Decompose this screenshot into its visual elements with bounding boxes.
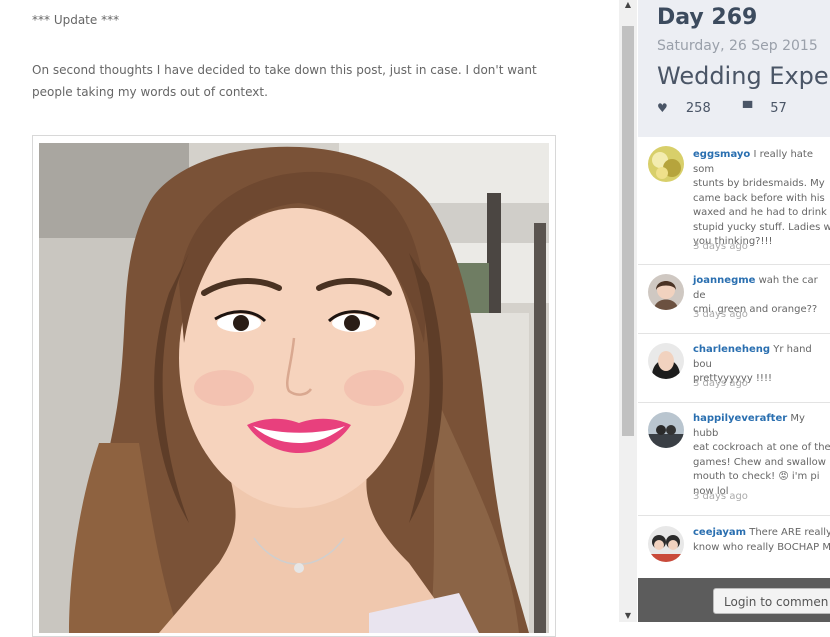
comment-body: eggsmayo I really hate som stunts by bri… (693, 149, 830, 247)
post-header: Day 269 Saturday, 26 Sep 2015 Wedding Ex… (638, 0, 830, 137)
vertical-scrollbar[interactable]: ▲ ▼ (619, 0, 637, 622)
update-line: On second thoughts I have decided to tak… (32, 63, 537, 77)
comments-list[interactable]: eggsmayo I really hate som stunts by bri… (638, 137, 830, 578)
comment-username[interactable]: happilyeverafter (693, 413, 787, 424)
update-line: people taking my words out of context. (32, 85, 268, 99)
scroll-down-arrow-icon[interactable]: ▼ (619, 610, 637, 622)
avatar[interactable] (648, 526, 684, 562)
avatar[interactable] (648, 146, 684, 182)
comment-timestamp: 3 days ago (693, 378, 748, 389)
likes-count: 258 (685, 101, 711, 116)
post-stats: ♥ 258 ▀ 57 (657, 101, 815, 116)
scrollbar-thumb[interactable] (622, 26, 634, 436)
speech-bubble-icon: ▀ (742, 101, 753, 115)
comment-footer: Login to commen (638, 578, 830, 622)
article-content: *** Update *** On second thoughts I have… (0, 0, 600, 637)
update-heading: *** Update *** (32, 13, 120, 27)
comment-timestamp: 3 days ago (693, 309, 748, 320)
avatar[interactable] (648, 412, 684, 448)
comments-count: 57 (770, 101, 787, 116)
comment-item: ceejayam There ARE really know who reall… (638, 516, 830, 578)
comment-timestamp: 3 days ago (693, 241, 748, 252)
photo-frame (32, 135, 556, 637)
scroll-up-arrow-icon[interactable]: ▲ (619, 0, 637, 12)
comment-username[interactable]: eggsmayo (693, 149, 750, 160)
comment-timestamp: 3 days ago (693, 491, 748, 502)
comment-body: happilyeverafter My hubb eat cockroach a… (693, 413, 830, 497)
heart-icon: ♥ (657, 101, 668, 115)
comments-stat[interactable]: ▀ 57 (743, 101, 801, 116)
comment-item: eggsmayo I really hate som stunts by bri… (638, 137, 830, 265)
comment-username[interactable]: joannegme (693, 275, 755, 286)
post-date: Saturday, 26 Sep 2015 (657, 38, 818, 54)
post-title[interactable]: Wedding Expect (657, 62, 830, 90)
post-sidebar: Day 269 Saturday, 26 Sep 2015 Wedding Ex… (638, 0, 830, 622)
photo-illustration (39, 143, 549, 633)
login-to-comment-button[interactable]: Login to commen (713, 588, 830, 614)
selfie-photo[interactable] (39, 143, 549, 633)
likes-stat[interactable]: ♥ 258 (657, 101, 725, 116)
comment-item: charleneheng Yr hand bou prettyyyyyy !!!… (638, 334, 830, 403)
day-title: Day 269 (657, 5, 758, 30)
avatar[interactable] (648, 274, 684, 310)
comment-item: happilyeverafter My hubb eat cockroach a… (638, 403, 830, 516)
comment-item: joannegme wah the car de cmi. green and … (638, 265, 830, 334)
comment-username[interactable]: charleneheng (693, 344, 770, 355)
comment-username[interactable]: ceejayam (693, 527, 746, 538)
avatar[interactable] (648, 343, 684, 379)
comment-body: ceejayam There ARE really know who reall… (693, 527, 830, 553)
update-paragraph: On second thoughts I have decided to tak… (32, 59, 552, 103)
